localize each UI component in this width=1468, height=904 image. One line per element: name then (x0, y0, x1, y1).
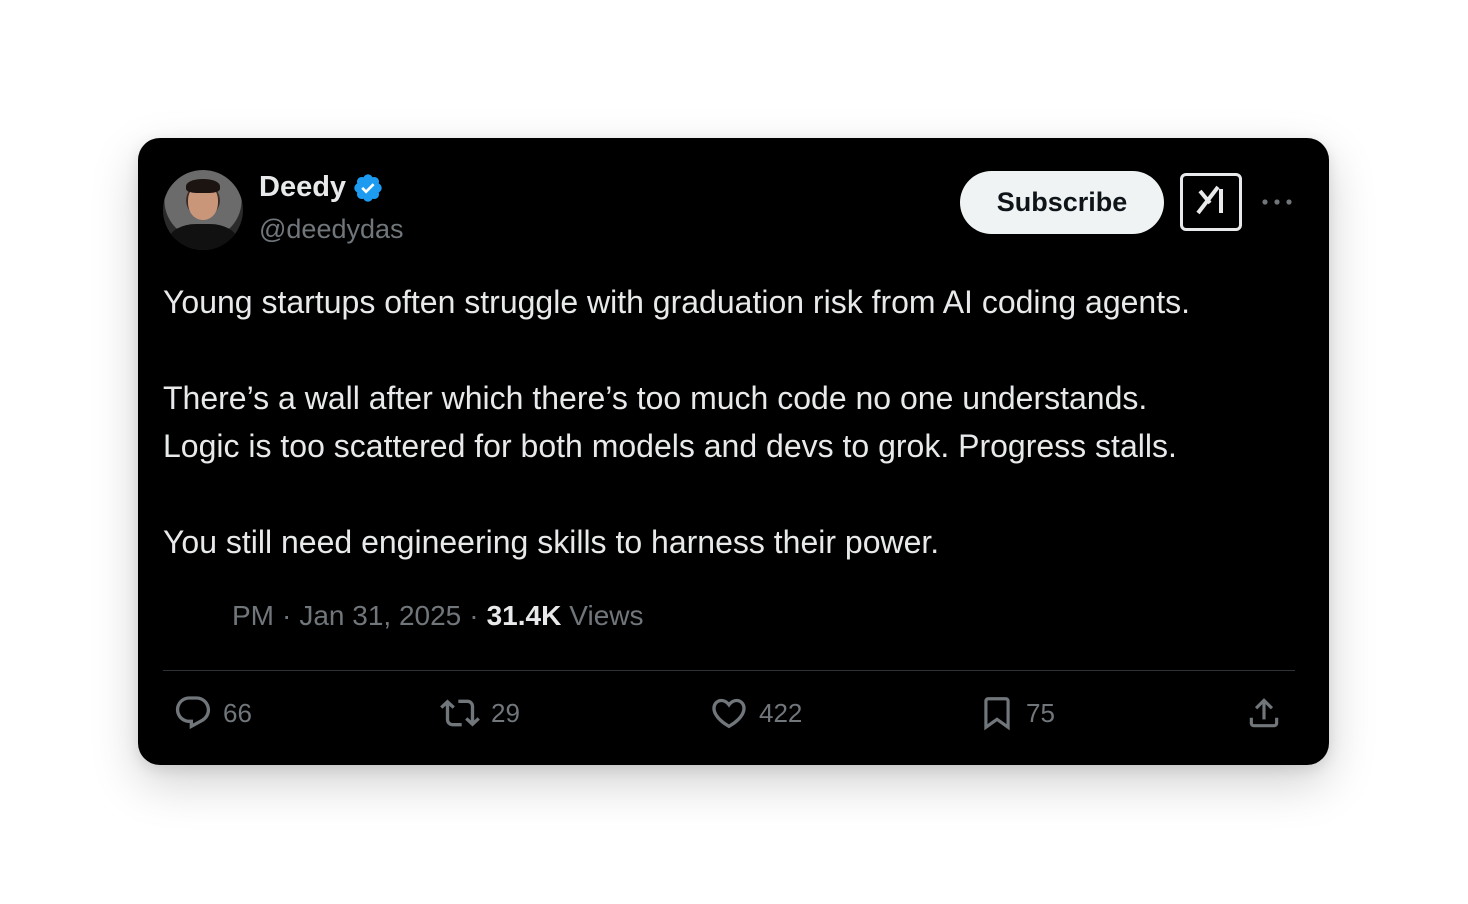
like-button[interactable]: 422 (709, 693, 802, 733)
repost-icon (439, 693, 481, 733)
heart-icon (709, 693, 749, 733)
share-button[interactable] (1245, 693, 1283, 733)
tweet-date[interactable]: Jan 31, 2025 (299, 600, 461, 632)
bookmark-count: 75 (1026, 697, 1055, 728)
reply-button[interactable]: 66 (173, 693, 252, 733)
views-count: 31.4K (486, 600, 562, 631)
avatar-hair (186, 179, 220, 193)
bookmark-button[interactable]: 75 (978, 693, 1055, 733)
more-options-button[interactable] (1259, 186, 1295, 218)
author-handle[interactable]: @deedydas (259, 214, 404, 245)
avatar-shirt (169, 224, 237, 250)
author-name-row[interactable]: Deedy (259, 171, 384, 204)
author-display-name[interactable]: Deedy (259, 171, 346, 204)
tweet-meta: PM · Jan 31, 2025 · 31.4K Views (232, 600, 643, 632)
tweet-paragraph: There’s a wall after which there’s too m… (163, 380, 1148, 416)
views-label: Views (569, 600, 644, 631)
like-count: 422 (759, 697, 803, 728)
grok-icon (1192, 181, 1230, 224)
verified-badge-icon (352, 172, 384, 204)
tweet-paragraph: You still need engineering skills to har… (163, 524, 940, 560)
more-icon (1261, 193, 1293, 211)
share-icon (1245, 693, 1283, 733)
repost-button[interactable]: 29 (439, 693, 520, 733)
avatar[interactable] (163, 170, 243, 250)
reply-count: 66 (223, 697, 252, 728)
bookmark-icon (978, 693, 1016, 733)
grok-button[interactable] (1180, 173, 1242, 231)
tweet-time[interactable]: PM (232, 600, 274, 632)
subscribe-button[interactable]: Subscribe (960, 171, 1164, 234)
tweet-paragraph: Young startups often struggle with gradu… (163, 284, 1190, 320)
tweet-card: Deedy @deedydas Subscribe Young startups… (138, 138, 1329, 765)
meta-separator: · (469, 600, 479, 631)
divider (163, 670, 1295, 671)
meta-separator: · (282, 600, 292, 631)
tweet-text: Young startups often struggle with gradu… (163, 278, 1313, 566)
tweet-paragraph: Logic is too scattered for both models a… (163, 428, 1177, 464)
tweet-actions: 66 29 422 75 (138, 693, 1329, 743)
reply-icon (173, 693, 213, 733)
repost-count: 29 (491, 697, 520, 728)
